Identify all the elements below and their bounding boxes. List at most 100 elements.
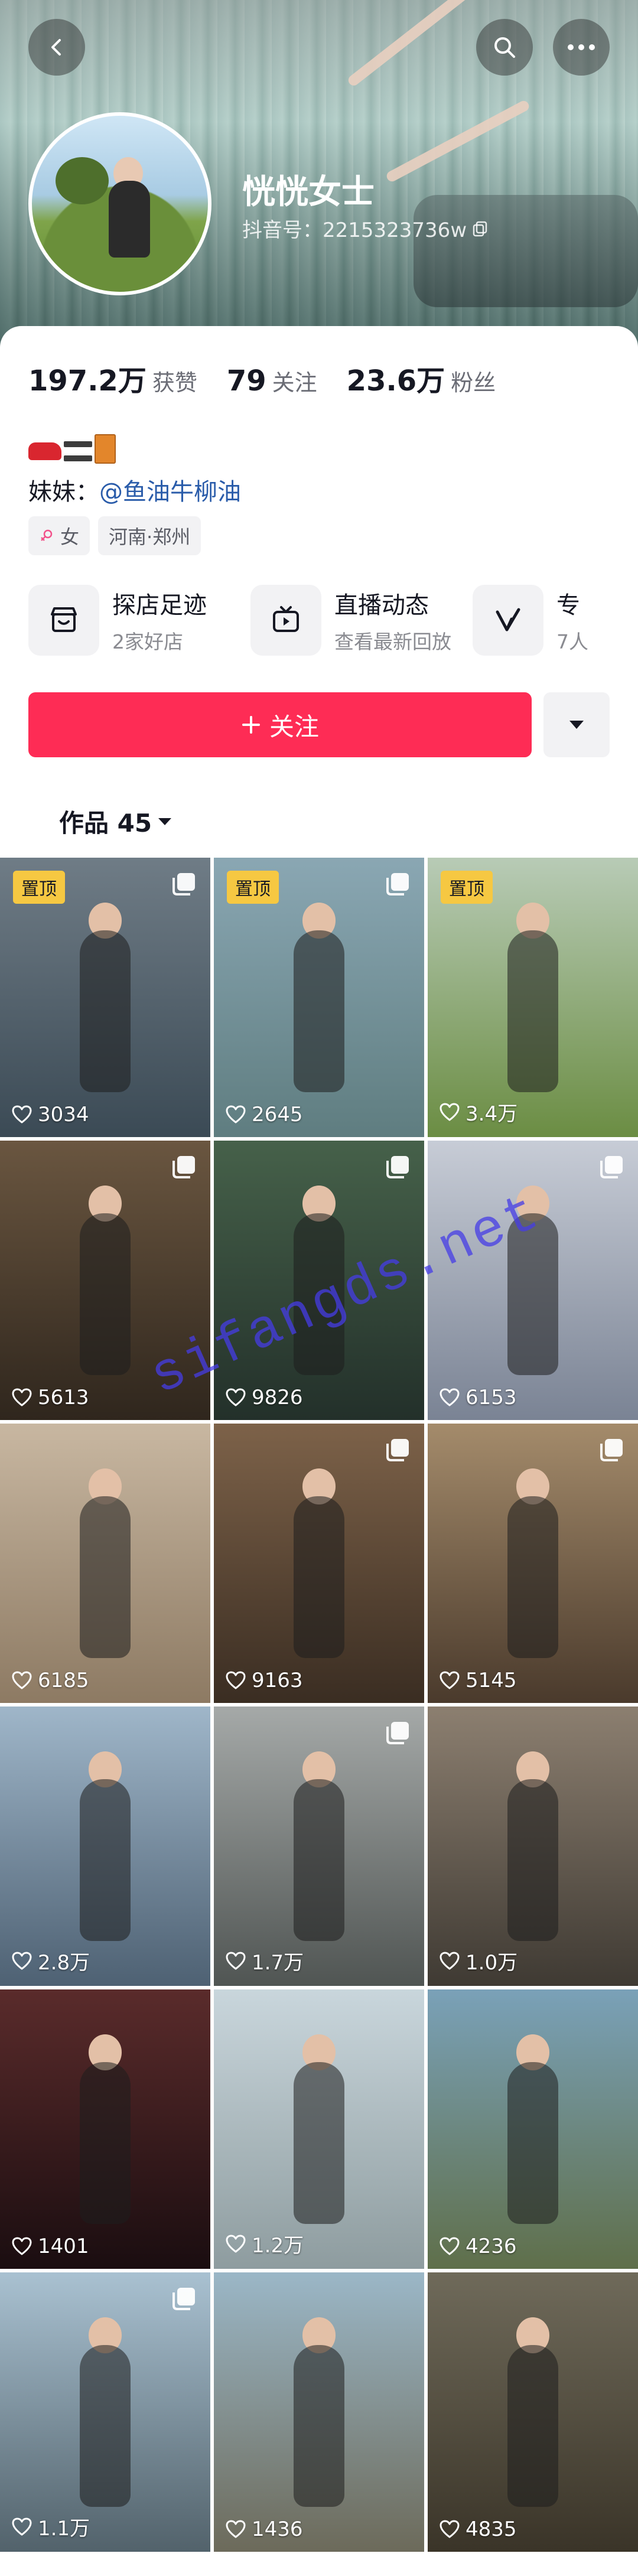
feature-special-text: 专 7人	[556, 586, 588, 654]
video-likes-count: 3034	[38, 1103, 89, 1126]
video-tile[interactable]: 6185	[0, 1424, 210, 1703]
bio-emoji-row	[28, 434, 116, 464]
multi-image-icon	[386, 1439, 409, 1461]
video-likes: 1.0万	[440, 1946, 517, 1975]
video-tile[interactable]: 2.8万	[0, 1707, 210, 1986]
video-tile[interactable]: 4236	[428, 1989, 638, 2269]
multi-image-badge	[599, 1437, 625, 1465]
video-tile[interactable]: 1436	[214, 2272, 424, 2552]
likes-label: 获赞	[152, 370, 197, 396]
video-tile[interactable]: 5145	[428, 1424, 638, 1703]
follow-dropdown-button[interactable]	[543, 692, 610, 757]
video-likes: 9163	[226, 1669, 303, 1692]
store-icon	[28, 585, 99, 656]
video-tile[interactable]: 6153	[428, 1141, 638, 1420]
video-tile[interactable]: 1401	[0, 1989, 210, 2269]
feature-special-title: 专	[556, 592, 580, 619]
feature-live-subtitle: 查看最新回放	[334, 630, 451, 653]
feature-store-visits[interactable]: 探店足迹 2家好店	[28, 585, 207, 656]
video-likes: 3.4万	[440, 1098, 517, 1126]
search-icon	[494, 37, 515, 58]
video-tile[interactable]: 置顶 3.4万	[428, 858, 638, 1137]
heart-icon	[440, 1103, 460, 1121]
douyin-id[interactable]: 抖音号：2215323736w	[242, 214, 489, 243]
bio-mention-link[interactable]: @鱼油牛柳油	[99, 478, 241, 506]
video-likes: 2645	[226, 1103, 303, 1126]
multi-image-badge	[385, 1719, 411, 1748]
feature-special[interactable]: 专 7人	[473, 585, 588, 656]
following-label[interactable]: 关注	[272, 364, 317, 397]
avatar-tree	[56, 157, 109, 204]
bio-line: 妹妹：@鱼油牛柳油	[28, 473, 241, 507]
video-tile[interactable]: 置顶 2645	[214, 858, 424, 1137]
feature-entries: 探店足迹 2家好店 直播动态 查看最新回放 专 7人	[28, 585, 588, 656]
car-icon	[28, 442, 61, 460]
location-tag: 河南·郑州	[98, 516, 201, 555]
heart-icon	[226, 2235, 246, 2252]
multi-image-icon	[172, 2288, 195, 2310]
multi-image-icon	[600, 1439, 623, 1461]
caret-down-icon	[158, 818, 172, 825]
video-likes-count: 4236	[466, 2235, 517, 2258]
video-tile[interactable]: 1.1万	[0, 2272, 210, 2552]
video-likes: 5613	[12, 1386, 89, 1409]
video-thumbnail-figure	[80, 2344, 131, 2507]
video-thumbnail-figure	[294, 1496, 344, 1659]
heart-icon	[12, 2518, 32, 2535]
heart-icon	[12, 1952, 32, 1969]
v-icon	[473, 585, 543, 656]
video-tile[interactable]: 1.0万	[428, 1707, 638, 1986]
more-options-button[interactable]	[553, 19, 610, 76]
followers-count[interactable]: 23.6万	[347, 357, 445, 399]
bio-prefix: 妹妹：	[28, 478, 99, 506]
multi-image-icon	[386, 1156, 409, 1178]
heart-icon	[12, 1388, 32, 1406]
video-likes: 4236	[440, 2235, 517, 2258]
video-likes-count: 6185	[38, 1669, 89, 1692]
video-thumbnail-figure	[294, 2062, 344, 2225]
video-tile[interactable]: 置顶 3034	[0, 858, 210, 1137]
caret-down-icon	[569, 721, 584, 729]
video-likes: 6153	[440, 1386, 517, 1409]
avatar[interactable]	[28, 112, 211, 295]
plus-icon	[242, 716, 260, 734]
location-text: 河南·郑州	[109, 526, 191, 548]
female-icon	[41, 529, 53, 541]
follow-button[interactable]: 关注	[28, 692, 532, 757]
video-thumbnail-figure	[80, 1779, 131, 1942]
video-tile[interactable]: 4835	[428, 2272, 638, 2552]
heart-icon	[440, 2520, 460, 2538]
video-thumbnail-figure	[507, 2062, 558, 2225]
gender-text: 女	[60, 526, 80, 548]
banner-figure	[346, 0, 493, 88]
feature-store-subtitle: 2家好店	[112, 630, 183, 653]
followers-label[interactable]: 粉丝	[451, 364, 496, 397]
video-likes-count: 2.8万	[38, 1951, 90, 1975]
video-tile[interactable]: 1.2万	[214, 1989, 424, 2269]
profile-stats: 197.2万 获赞 79 关注 23.6万 粉丝	[28, 357, 525, 399]
video-likes: 2.8万	[12, 1946, 90, 1975]
heart-icon	[12, 1671, 32, 1689]
video-tile[interactable]: 1.7万	[214, 1707, 424, 1986]
equals-icon	[64, 441, 92, 461]
following-count[interactable]: 79	[227, 364, 266, 398]
heart-icon	[226, 2520, 246, 2538]
profile-name: 恍恍女士	[242, 173, 375, 211]
tab-works[interactable]: 作品 45	[59, 803, 173, 839]
pinned-badge: 置顶	[13, 871, 65, 904]
video-likes-count: 1.7万	[252, 1951, 304, 1975]
video-grid: 置顶 3034 置顶 2645 置顶 3.4万 5613 9826 6153 6185 9163 51…	[0, 858, 638, 2552]
multi-image-badge	[385, 1154, 411, 1182]
tv-icon	[250, 585, 321, 656]
heart-icon	[226, 1105, 246, 1123]
video-tile[interactable]: 9163	[214, 1424, 424, 1703]
video-likes-count: 4835	[466, 2518, 517, 2541]
video-thumbnail-figure	[507, 930, 558, 1093]
video-likes: 1.2万	[226, 2229, 304, 2258]
copy-icon	[473, 221, 487, 236]
search-button[interactable]	[476, 19, 533, 76]
video-thumbnail-figure	[507, 1779, 558, 1942]
feature-store-title: 探店足迹	[112, 592, 207, 619]
feature-live-updates[interactable]: 直播动态 查看最新回放	[250, 585, 451, 656]
back-button[interactable]	[28, 19, 85, 76]
